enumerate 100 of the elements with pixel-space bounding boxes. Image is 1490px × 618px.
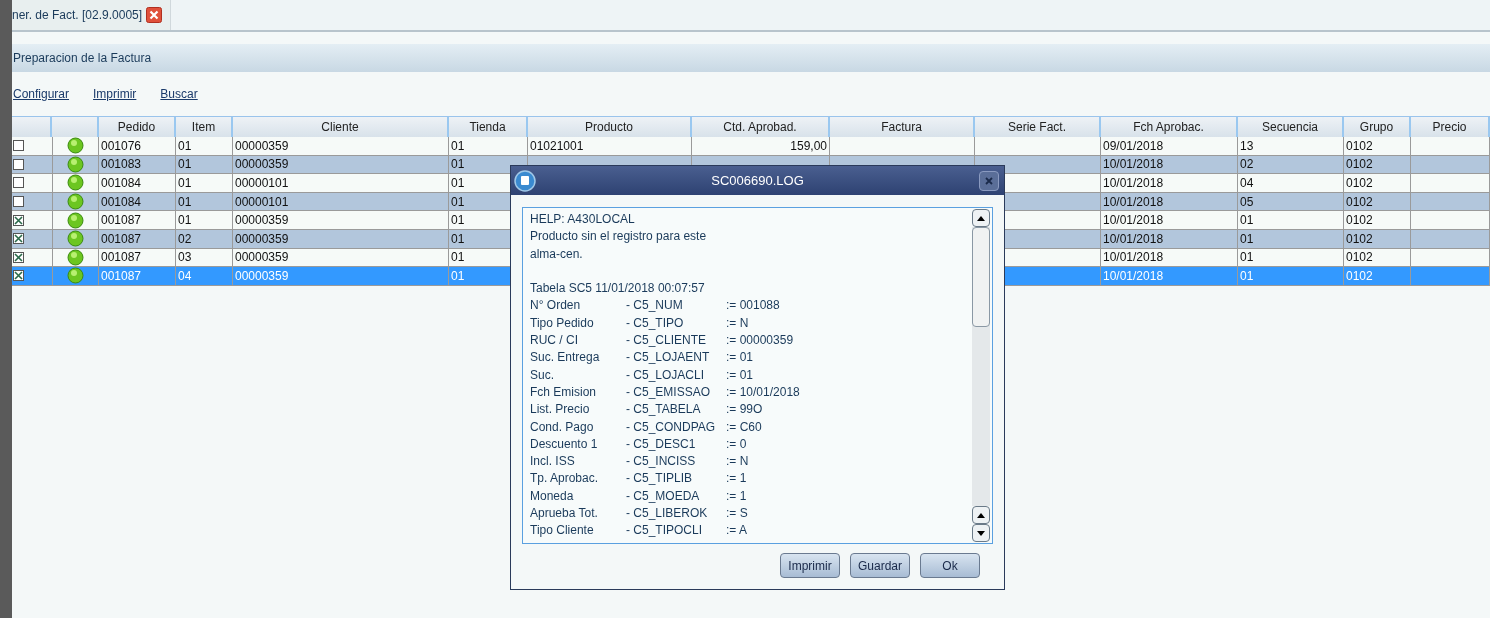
table-cell-text: 001087 xyxy=(101,249,142,267)
log-label: RUC / CI xyxy=(530,332,579,350)
log-value: := 00000359 xyxy=(726,332,794,350)
log-field: - C5_CONDPAG xyxy=(626,418,726,436)
table-cell: 0102 xyxy=(1346,137,1373,155)
table-cell: 01 xyxy=(178,137,192,155)
log-label: Tipo Pedido xyxy=(530,314,595,332)
log-value: := N xyxy=(726,314,749,332)
log-label: Tipo Cliente xyxy=(530,522,595,540)
dialog-title: SC006690.LOG xyxy=(710,171,805,190)
log-field: - C5_LIBEROK xyxy=(626,505,726,523)
log-field: - C5_DESC1 xyxy=(626,435,726,454)
table-cell-text: 10/01/2018 xyxy=(1103,249,1164,267)
log-value: := A xyxy=(726,522,748,540)
table-cell-text: 01 xyxy=(1240,212,1254,229)
table-cell: 01 xyxy=(451,137,465,155)
table-cell-text: 04 xyxy=(1240,175,1254,192)
table-cell-text: 001084 xyxy=(101,193,142,211)
table-cell-text: 00000359 xyxy=(235,156,289,174)
log-value: := 0 xyxy=(726,435,747,453)
table-cell: 13 xyxy=(1240,137,1254,155)
table-cell-text: 10/01/2018 xyxy=(1103,156,1164,174)
log-line: Tabela SC5 11/01/2018 00:07:57 xyxy=(530,280,706,298)
log-label: Moneda xyxy=(530,487,575,505)
table-cell-text: 0102 xyxy=(1346,212,1373,229)
table-cell-text: 01 xyxy=(178,193,192,211)
table-cell-text: 02 xyxy=(178,230,192,248)
table-cell-text: 0102 xyxy=(1346,249,1373,267)
panel-title: Preparacion de la Factura xyxy=(13,50,152,67)
log-value: := 99O xyxy=(726,401,763,419)
tab-title: ner. de Fact. [02.9.0005] xyxy=(12,7,143,24)
log-label: Suc. Entrega xyxy=(530,349,601,367)
log-field: - C5_TIPO xyxy=(626,314,726,333)
table-cell-text: 10/01/2018 xyxy=(1103,175,1164,192)
table-cell: 01 xyxy=(451,267,465,285)
log-label: Incl. ISS xyxy=(530,453,576,471)
table-cell-text: 10/01/2018 xyxy=(1103,230,1164,248)
log-field: - C5_LOJAENT xyxy=(626,349,726,367)
table-cell-text: 01 xyxy=(451,230,465,248)
table-cell-text: 01 xyxy=(1240,249,1254,267)
table-cell-text: 01 xyxy=(1240,230,1254,248)
table-cell: 01 xyxy=(1240,267,1254,285)
log-value: := S xyxy=(726,505,748,523)
table-cell-text: 03 xyxy=(178,249,192,267)
log-label: Descuento 1 xyxy=(530,435,599,453)
table-cell: 001087 xyxy=(101,267,142,285)
table-cell-text: 001084 xyxy=(101,175,142,192)
table-cell: 159,00 xyxy=(790,137,827,155)
log-value: := 10/01/2018 xyxy=(726,383,800,401)
table-cell-text: 001083 xyxy=(101,156,142,174)
log-field: - C5_LOJACLI xyxy=(626,366,726,384)
log-label: Tp. Aprobac. xyxy=(530,470,600,488)
table-cell: 09/01/2018 xyxy=(1103,137,1164,155)
log-field: - C5_TABELA xyxy=(626,401,726,419)
table-cell-text: 0102 xyxy=(1346,193,1373,211)
table-cell-text: 01 xyxy=(178,212,192,229)
table-cell-text: 01 xyxy=(178,156,192,174)
log-field: - C5_MOEDA xyxy=(626,487,726,506)
table-cell-text: 01 xyxy=(451,156,465,174)
log-value: := 1 xyxy=(726,487,747,505)
table-cell: 00000359 xyxy=(235,267,289,285)
table-cell-text: 001087 xyxy=(101,230,142,248)
table-cell: 04 xyxy=(178,267,192,285)
table-cell-text: 0102 xyxy=(1346,175,1373,192)
table-cell-text: 01 xyxy=(178,175,192,192)
log-line: HELP: A430LOCAL xyxy=(530,211,636,228)
log-field: - C5_INCISS xyxy=(626,453,726,471)
table-cell-text: 10/01/2018 xyxy=(1103,193,1164,211)
table-cell-text: 00000359 xyxy=(235,230,289,248)
log-line: Producto sin el registro para este xyxy=(530,228,708,246)
log-field: - C5_NUM xyxy=(626,297,726,315)
log-field: - C5_TIPOCLI xyxy=(626,522,726,540)
table-cell-text: 0102 xyxy=(1346,230,1373,248)
log-label: Aprueba Tot. xyxy=(530,505,599,523)
log-value: := N xyxy=(726,453,749,471)
log-value: := C60 xyxy=(726,418,762,436)
table-cell-text: 05 xyxy=(1240,193,1254,211)
table-cell: 10/01/2018 xyxy=(1103,267,1164,285)
table-cell-text: 01 xyxy=(451,249,465,267)
log-field: - C5_CLIENTE xyxy=(626,332,726,350)
table-cell: 001076 xyxy=(101,137,142,155)
log-value: := 1 xyxy=(726,470,747,488)
log-value: := 001088 xyxy=(726,297,780,315)
table-cell: 00000359 xyxy=(235,137,289,155)
log-label: List. Precio xyxy=(530,401,591,419)
table-cell-text: 00000101 xyxy=(235,175,289,192)
table-cell-text: 01 xyxy=(451,175,465,192)
log-field: - C5_TIPLIB xyxy=(626,470,726,488)
table-cell: 0102 xyxy=(1346,267,1373,285)
table-cell-text: 10/01/2018 xyxy=(1103,212,1164,229)
log-value: := 01 xyxy=(726,349,754,367)
table-cell-text: 01 xyxy=(451,193,465,211)
log-field: - C5_EMISSAO xyxy=(626,383,726,402)
table-cell-text: 02 xyxy=(1240,156,1254,174)
table-cell-text: 00000101 xyxy=(235,193,289,211)
table-cell-text: 01 xyxy=(451,212,465,229)
log-label: Cond. Pago xyxy=(530,418,595,436)
table-cell-text: 001087 xyxy=(101,212,142,229)
log-line: alma-cen. xyxy=(530,245,584,263)
log-value: := 01 xyxy=(726,366,754,384)
